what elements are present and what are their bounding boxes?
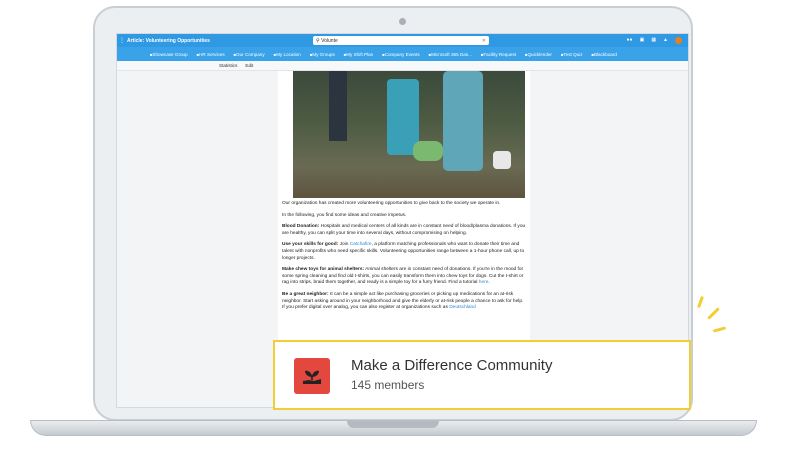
nav-item-facility-request[interactable]: Facility Request xyxy=(481,52,516,57)
nav-item-company-events[interactable]: Company Events xyxy=(382,52,420,57)
main-navigation: Showcase Group HR Services Our Company M… xyxy=(117,47,688,61)
nav-item-test-quiz[interactable]: Test Quiz xyxy=(561,52,582,57)
apps-icon[interactable]: ▦ xyxy=(651,37,656,44)
community-card[interactable]: Make a Difference Community 145 members xyxy=(273,340,691,410)
nav-item-blackboard[interactable]: Blackboard xyxy=(592,52,617,57)
page-title: Article: Volunteering Opportunities xyxy=(127,37,210,44)
nav-item-quicklender[interactable]: Quicklender xyxy=(525,52,552,57)
deutschland-link[interactable]: Deutschland xyxy=(449,305,476,310)
nav-item-my-location[interactable]: My Location xyxy=(274,52,301,57)
clear-search-icon[interactable]: ✕ xyxy=(482,38,486,44)
paragraph-blood-donation: Blood Donation: Hospitals and medical ce… xyxy=(282,224,526,236)
chat-icon[interactable]: ▣ xyxy=(640,37,645,44)
nav-item-my-groups[interactable]: My Groups xyxy=(310,52,334,57)
browser-topbar: ⋮ Article: Volunteering Opportunities ⚲ … xyxy=(117,34,688,47)
accent-line xyxy=(697,295,704,309)
catchafire-link[interactable]: Catchafire xyxy=(350,242,372,247)
avatar[interactable] xyxy=(675,37,682,44)
nav-item-our-company[interactable]: Our Company xyxy=(234,52,265,57)
accent-line xyxy=(707,307,720,320)
menu-icon[interactable]: ⋮ xyxy=(117,37,127,44)
search-input[interactable]: ⚲ Volunte ✕ xyxy=(313,36,489,45)
laptop-notch xyxy=(347,421,439,428)
nav-item-hr-services[interactable]: HR Services xyxy=(197,52,225,57)
statistics-button[interactable]: Statistics xyxy=(219,63,237,68)
community-name: Make a Difference Community xyxy=(351,357,553,374)
volunteers-photo xyxy=(293,71,525,198)
article-text: Our organization has created more volunt… xyxy=(282,201,526,317)
accent-line xyxy=(712,326,727,333)
bell-icon[interactable]: ▲ xyxy=(663,37,668,44)
article-toolbar: Statistics Edit xyxy=(117,61,688,71)
member-count: 145 members xyxy=(351,378,425,392)
paragraph-neighbor: Be a great neighbor: It can be a simple … xyxy=(282,291,524,311)
people-icon[interactable]: ●● xyxy=(627,37,633,44)
tutorial-link[interactable]: here xyxy=(479,280,489,285)
nav-item-microsoft-365[interactable]: Microsoft 365 Das... xyxy=(429,52,472,57)
article-intro: Our organization has created more volunt… xyxy=(282,201,501,206)
paragraph-chew-toys: Make chew toys for animal shelters: Anim… xyxy=(282,267,524,286)
plant-hand-icon xyxy=(294,358,330,394)
nav-item-showcase-group[interactable]: Showcase Group xyxy=(150,52,187,57)
top-icons: ●● ▣ ▦ ▲ xyxy=(627,37,682,44)
edit-button[interactable]: Edit xyxy=(245,63,253,68)
search-value: Volunte xyxy=(321,37,338,44)
camera-icon xyxy=(399,18,406,25)
nav-item-my-shift-plan[interactable]: My Shift Plan xyxy=(344,52,373,57)
article-lead: In the following, you find some ideas an… xyxy=(282,212,407,218)
paragraph-skills: Use your skills for good: Join Catchafir… xyxy=(282,242,525,261)
